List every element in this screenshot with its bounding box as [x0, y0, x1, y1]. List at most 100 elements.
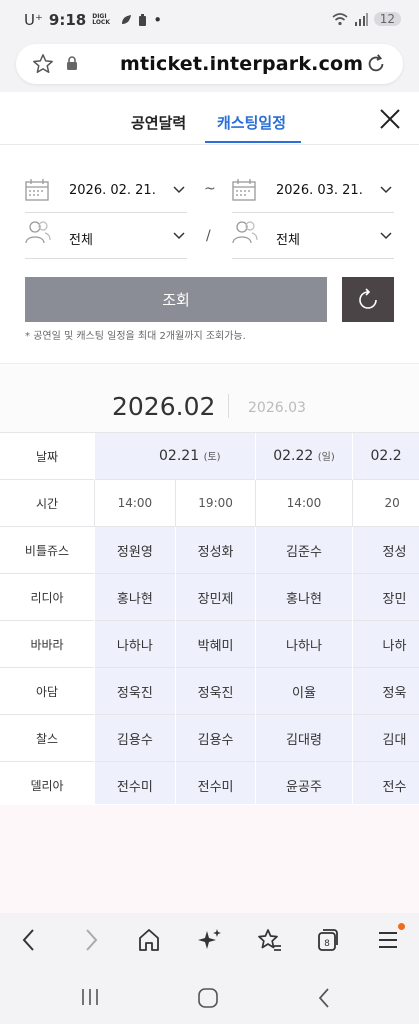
browser-toolbar: mticket.interpark.com [0, 40, 419, 92]
time-row: 시간 14:00 19:00 14:00 20 [0, 479, 419, 527]
people-icon [232, 221, 258, 244]
status-bar: U⁺ 9:18 DIGI LOCK • 12 [0, 0, 419, 40]
role-name: 비틀쥬스 [0, 526, 95, 574]
date-row: 날짜 02.21 (토) 02.22 (일) 02.2 [0, 432, 419, 480]
schedule-table-wrapper[interactable]: 날짜 02.21 (토) 02.22 (일) 02.2 시간 14:00 19:… [0, 432, 419, 804]
digilock-icon: DIGI LOCK [92, 13, 110, 26]
cast-cell: 전수미 [174, 761, 256, 804]
month-selector: 2026.02 2026.03 [0, 364, 419, 432]
search-button[interactable]: 조회 [25, 277, 327, 322]
cast-cell: 김용수 [94, 714, 176, 762]
cast-cell: 정욱진 [94, 667, 176, 715]
left-actor-value: 전체 [69, 233, 93, 248]
cast-cell: 장민 [351, 573, 419, 621]
bookmark-star-icon[interactable] [32, 53, 54, 75]
schedule-table: 날짜 02.21 (토) 02.22 (일) 02.2 시간 14:00 19:… [0, 432, 419, 804]
time-cell: 19:00 [174, 479, 256, 527]
chevron-down-icon [173, 232, 185, 240]
wifi-icon [332, 12, 348, 25]
cast-cell: 전수미 [94, 761, 176, 804]
role-name: 찰스 [0, 714, 95, 762]
chevron-down-icon [380, 186, 392, 194]
role-name: 아담 [0, 667, 95, 715]
cast-cell: 윤공주 [255, 761, 352, 804]
address-bar[interactable]: mticket.interpark.com [16, 44, 403, 84]
menu-icon[interactable] [377, 927, 399, 953]
cast-cell: 이율 [255, 667, 352, 715]
table-row: 델리아 전수미 전수미 윤공주 전수 [0, 761, 419, 804]
cast-cell: 홍나현 [94, 573, 176, 621]
url-text[interactable]: mticket.interpark.com [120, 53, 363, 75]
start-date-value: 2026. 02. 21. [69, 183, 156, 198]
active-tab-indicator [205, 141, 301, 143]
browser-nav-bar: 8 [0, 913, 419, 969]
cast-cell: 김용수 [174, 714, 256, 762]
cast-cell: 정욱 [351, 667, 419, 715]
cast-cell: 박혜미 [174, 620, 256, 668]
end-date-select[interactable]: 2026. 03. 21. [232, 172, 394, 213]
tab-calendar[interactable]: 공연달력 [131, 112, 186, 133]
carrier-label: U⁺ [24, 11, 43, 29]
chevron-down-icon [380, 232, 392, 240]
time-cell: 20 [351, 479, 419, 527]
left-actor-select[interactable]: 전체 [25, 218, 187, 259]
table-row: 바바라 나하나 박혜미 나하나 나하 [0, 620, 419, 668]
next-month[interactable]: 2026.03 [248, 400, 306, 416]
start-date-select[interactable]: 2026. 02. 21. [25, 172, 187, 213]
date-value: 02.22 [273, 448, 314, 464]
time-cell: 14:00 [255, 479, 352, 527]
close-icon[interactable] [379, 108, 401, 130]
cast-cell: 나하나 [255, 620, 352, 668]
cast-cell: 김대령 [255, 714, 352, 762]
table-row: 리디아 홍나현 장민제 홍나현 장민 [0, 573, 419, 621]
day-of-week: (일) [317, 452, 335, 463]
cast-cell: 정원영 [94, 526, 176, 574]
table-row: 찰스 김용수 김용수 김대령 김대 [0, 714, 419, 762]
right-actor-select[interactable]: 전체 [232, 218, 394, 259]
calendar-icon [232, 179, 256, 201]
back-icon[interactable] [18, 927, 40, 953]
home-icon[interactable] [137, 927, 161, 953]
date-cell: 02.2 [351, 432, 419, 480]
date-cell: 02.21 (토) [94, 432, 256, 480]
role-name: 리디아 [0, 573, 95, 621]
reset-button[interactable] [342, 277, 394, 322]
system-nav-bar [0, 969, 419, 1024]
tab-bar: 공연달력 캐스팅일정 [0, 92, 419, 145]
date-range-separator: ~ [204, 181, 216, 197]
tab-casting-schedule[interactable]: 캐스팅일정 [217, 112, 286, 133]
bookmarks-icon[interactable] [256, 927, 282, 953]
page-background [0, 805, 419, 913]
svg-text:8: 8 [324, 939, 330, 949]
end-date-value: 2026. 03. 21. [276, 183, 363, 198]
battery-saver-icon [139, 13, 147, 26]
cast-cell: 나하 [351, 620, 419, 668]
recent-apps-icon[interactable] [80, 988, 100, 1006]
current-month[interactable]: 2026.02 [112, 392, 215, 421]
clock: 9:18 [48, 11, 87, 29]
forward-icon[interactable] [80, 927, 102, 953]
search-note: * 공연일 및 캐스팅 일정을 최대 2개월까지 조회가능. [25, 331, 246, 342]
cast-cell: 나하나 [94, 620, 176, 668]
system-back-icon[interactable] [316, 987, 332, 1009]
role-name: 델리아 [0, 761, 95, 804]
day-of-week: (토) [203, 452, 221, 463]
date-value: 02.21 [159, 448, 200, 464]
leaf-icon [122, 15, 132, 24]
right-actor-value: 전체 [276, 233, 300, 248]
time-cell: 14:00 [94, 479, 176, 527]
system-home-icon[interactable] [197, 987, 219, 1009]
reload-icon[interactable] [365, 53, 387, 75]
cast-cell: 김대 [351, 714, 419, 762]
date-header: 날짜 [0, 432, 95, 480]
signal-icon [354, 12, 368, 26]
actor-separator: / [206, 228, 211, 244]
lock-icon [67, 56, 77, 70]
table-row: 아담 정욱진 정욱진 이율 정욱 [0, 667, 419, 715]
cast-cell: 정성 [351, 526, 419, 574]
search-note-text: 공연일 및 캐스팅 일정을 최대 2개월까지 조회가능. [33, 331, 246, 342]
tabs-icon[interactable]: 8 [316, 927, 340, 953]
cast-cell: 전수 [351, 761, 419, 804]
ai-sparkle-icon[interactable] [197, 927, 223, 953]
cast-cell: 정성화 [174, 526, 256, 574]
